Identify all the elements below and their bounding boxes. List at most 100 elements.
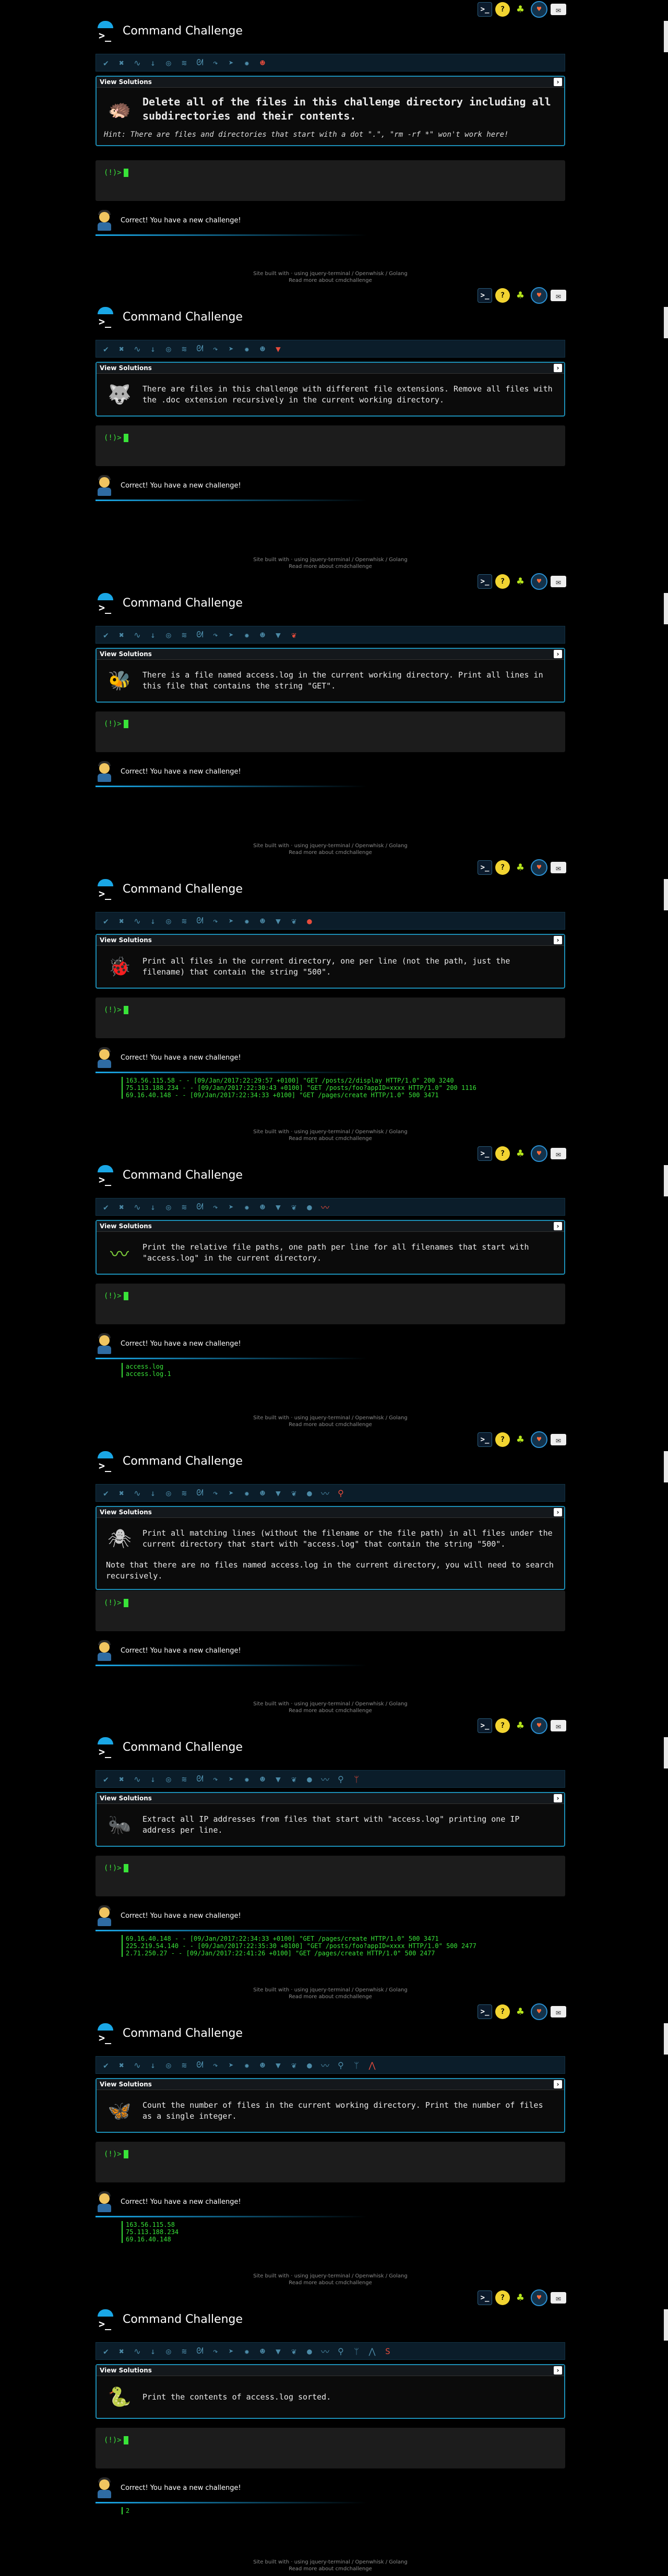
bird-badge-icon[interactable]: ❦ [288,2346,300,2356]
lizard-badge-icon[interactable]: ≋ [178,1202,190,1212]
beetle-badge-icon[interactable]: ● [304,1774,315,1784]
hook-badge-icon[interactable]: ↷ [210,344,221,354]
fish-badge-icon[interactable]: ➤ [225,58,237,68]
wolf-badge-icon[interactable]: ▼ [272,2346,284,2356]
dragon-badge-icon[interactable]: ᘛ [194,1488,206,1498]
dragon-badge-icon[interactable]: ᘛ [194,2346,206,2356]
hook-badge-icon[interactable]: ↷ [210,1774,221,1784]
spider-badge-icon[interactable]: ⚲ [335,2346,347,2356]
bird-badge-icon[interactable]: ❦ [288,630,300,640]
lizard-badge-icon[interactable]: ≋ [178,2346,190,2356]
fish-badge-icon[interactable]: ➤ [225,2060,237,2070]
logo-icon[interactable]: >_ [96,879,115,900]
footer-link[interactable]: Read more about cmdchallenge [96,1135,565,1142]
snake-badge-icon[interactable]: ∿ [132,58,143,68]
terminal-input[interactable]: (!)> [96,2142,565,2182]
circle-badge-icon[interactable]: ◎ [163,916,174,926]
down-badge-icon[interactable]: ↓ [147,1774,159,1784]
chevron-right-icon[interactable]: › [554,2080,562,2088]
star-badge-icon[interactable]: ✹ [241,630,253,640]
chevron-right-icon[interactable]: › [554,2366,562,2375]
circle-badge-icon[interactable]: ◎ [163,1202,174,1212]
terminal-input[interactable]: (!)> [96,998,565,1038]
star-badge-icon[interactable]: ✹ [241,1202,253,1212]
fish-badge-icon[interactable]: ➤ [225,1488,237,1498]
spider-badge-icon[interactable]: ⚲ [335,1488,347,1498]
dragon-badge-icon[interactable]: ᘛ [194,1774,206,1784]
worm-badge-icon[interactable]: 〰 [319,1773,331,1785]
down-badge-icon[interactable]: ↓ [147,1488,159,1498]
view-solutions-bar[interactable]: View Solutions › [97,1793,564,1804]
hook-badge-icon[interactable]: ↷ [210,1202,221,1212]
logo-icon[interactable]: >_ [96,1737,115,1758]
hook-badge-icon[interactable]: ↷ [210,2346,221,2356]
fish-badge-icon[interactable]: ➤ [225,1202,237,1212]
circle-badge-icon[interactable]: ◎ [163,1774,174,1784]
wolf-badge-icon[interactable]: ▼ [272,1774,284,1784]
dragon-badge-icon[interactable]: ᘛ [194,630,206,640]
footer-link[interactable]: Read more about cmdchallenge [96,1421,565,1428]
fish-badge-icon[interactable]: ➤ [225,344,237,354]
logo-icon[interactable]: >_ [96,2023,115,2044]
beetle-badge-icon[interactable]: ● [304,2060,315,2070]
beetle-badge-icon[interactable]: ● [304,1488,315,1498]
lizard-badge-icon[interactable]: ≋ [178,630,190,640]
face-badge-icon[interactable]: ☻ [257,1202,268,1212]
x-badge-icon[interactable]: ✖ [116,1774,127,1784]
check-badge-icon[interactable]: ✔ [100,2346,112,2356]
terminal-input[interactable]: (!)> [96,160,565,201]
footer-link[interactable]: Read more about cmdchallenge [96,849,565,856]
spider-badge-icon[interactable]: ⚲ [335,1774,347,1784]
fish-badge-icon[interactable]: ➤ [225,1774,237,1784]
hook-badge-icon[interactable]: ↷ [210,2060,221,2070]
down-badge-icon[interactable]: ↓ [147,2346,159,2356]
bird-badge-icon[interactable]: ❦ [288,1774,300,1784]
logo-icon[interactable]: >_ [96,307,115,328]
star-badge-icon[interactable]: ✹ [241,2346,253,2356]
fish-badge-icon[interactable]: ➤ [225,630,237,640]
check-badge-icon[interactable]: ✔ [100,630,112,640]
wolf-badge-icon[interactable]: ▼ [272,630,284,640]
x-badge-icon[interactable]: ✖ [116,1488,127,1498]
logo-icon[interactable]: >_ [96,2309,115,2330]
face-badge-icon[interactable]: ☻ [257,630,268,640]
star-badge-icon[interactable]: ✹ [241,344,253,354]
view-solutions-bar[interactable]: View Solutions › [97,935,564,946]
star-badge-icon[interactable]: ✹ [241,916,253,926]
serpent-badge-icon[interactable]: S [382,2346,393,2356]
logo-icon[interactable]: >_ [96,1165,115,1186]
chevron-right-icon[interactable]: › [554,936,562,944]
chevron-right-icon[interactable]: › [554,650,562,658]
snake-badge-icon[interactable]: ∿ [132,1488,143,1498]
hook-badge-icon[interactable]: ↷ [210,58,221,68]
lizard-badge-icon[interactable]: ≋ [178,58,190,68]
chevron-right-icon[interactable]: › [554,1508,562,1516]
circle-badge-icon[interactable]: ◎ [163,630,174,640]
ant-badge-icon[interactable]: ᛘ [351,1774,362,1784]
footer-link[interactable]: Read more about cmdchallenge [96,563,565,570]
terminal-input[interactable]: (!)> [96,2428,565,2468]
lizard-badge-icon[interactable]: ≋ [178,916,190,926]
dragon-badge-icon[interactable]: ᘛ [194,916,206,926]
down-badge-icon[interactable]: ↓ [147,630,159,640]
beetle-badge-icon[interactable]: ● [304,916,315,926]
beetle-badge-icon[interactable]: ● [304,2346,315,2356]
x-badge-icon[interactable]: ✖ [116,2060,127,2070]
terminal-input[interactable]: (!)> [96,1284,565,1324]
down-badge-icon[interactable]: ↓ [147,1202,159,1212]
x-badge-icon[interactable]: ✖ [116,58,127,68]
dragon-badge-icon[interactable]: ᘛ [194,343,206,354]
x-badge-icon[interactable]: ✖ [116,1202,127,1212]
circle-badge-icon[interactable]: ◎ [163,344,174,354]
dragon-badge-icon[interactable]: ᘛ [194,2060,206,2070]
wings-badge-icon[interactable]: ⋀ [366,2346,378,2356]
snake-badge-icon[interactable]: ∿ [132,2060,143,2070]
snake-badge-icon[interactable]: ∿ [132,916,143,926]
face-badge-icon[interactable]: ☻ [257,344,268,354]
terminal-input[interactable]: (!)> [96,1590,565,1631]
snake-badge-icon[interactable]: ∿ [132,344,143,354]
spider-badge-icon[interactable]: ⚲ [335,2060,347,2070]
logo-icon[interactable]: >_ [96,593,115,614]
check-badge-icon[interactable]: ✔ [100,1202,112,1212]
face-badge-icon[interactable]: ☻ [257,2060,268,2070]
